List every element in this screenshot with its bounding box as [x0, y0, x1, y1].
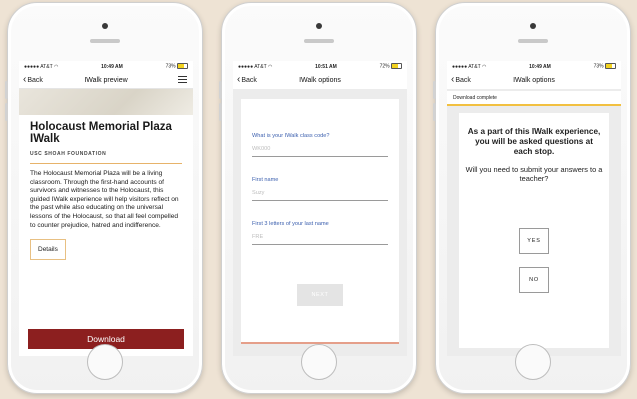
divider	[30, 163, 182, 164]
wifi-icon: ◠	[481, 63, 487, 70]
volume-button	[433, 81, 436, 99]
back-button[interactable]: ‹ Back	[237, 75, 257, 85]
question-card: As a part of this IWalk experience, you …	[459, 113, 609, 348]
form-background: What is your IWalk class code? WK000 Fir…	[233, 89, 407, 356]
earpiece-speaker	[304, 39, 334, 43]
nav-bar: ‹ Back IWalk options	[233, 72, 407, 88]
earpiece-speaker	[90, 39, 120, 43]
status-time: 10:51 AM	[315, 63, 337, 70]
home-button[interactable]	[87, 344, 123, 380]
first-name-field: First name Suzy	[252, 177, 388, 201]
iwalk-title: Holocaust Memorial Plaza IWalk	[30, 121, 172, 145]
nav-title: IWalk options	[513, 76, 555, 84]
back-button[interactable]: ‹ Back	[23, 75, 43, 85]
first-name-label: First name	[252, 177, 279, 183]
battery-status: 72%	[380, 63, 402, 70]
chevron-left-icon: ‹	[451, 74, 455, 85]
battery-icon	[391, 63, 402, 70]
earpiece-speaker	[518, 39, 548, 43]
first-name-input[interactable]: Suzy	[252, 185, 388, 201]
last-name-field: First 3 letters of your last name FRE	[252, 221, 388, 245]
next-button[interactable]: NEXT	[297, 284, 343, 306]
phone-options-form: ●●●●● AT&T ◠ 10:51 AM 72% ‹ Back IWalk op…	[219, 2, 417, 394]
nav-title: IWalk preview	[84, 76, 128, 84]
download-complete-toast: Download complete	[447, 91, 621, 106]
question-intro: As a part of this IWalk experience, you …	[467, 127, 601, 156]
status-time: 10:49 AM	[101, 63, 123, 70]
front-camera	[530, 23, 536, 29]
status-bar: ●●●●● AT&T ◠ 10:49 AM 73%	[447, 61, 621, 72]
nav-bar: ‹ Back IWalk preview	[19, 72, 193, 89]
volume-button	[219, 103, 222, 121]
signal-carrier: ●●●●● AT&T ◠	[24, 63, 59, 70]
battery-status: 73%	[594, 63, 616, 70]
no-button[interactable]: NO	[519, 267, 549, 293]
home-button[interactable]	[301, 344, 337, 380]
hamburger-menu-icon[interactable]	[178, 76, 187, 85]
toast-message: Download complete	[453, 95, 497, 101]
front-camera	[316, 23, 322, 29]
volume-button	[219, 81, 222, 99]
last-name-input[interactable]: FRE	[252, 229, 388, 245]
phone-preview: ●●●●● AT&T ◠ 10:49 AM 73% ‹ Back IWalk pr…	[5, 2, 203, 394]
class-code-field: What is your IWalk class code? WK000	[252, 133, 388, 157]
hero-image	[19, 89, 193, 115]
chevron-left-icon: ‹	[23, 74, 27, 85]
volume-button	[5, 103, 8, 121]
nav-title: IWalk options	[299, 76, 341, 84]
signal-carrier: ●●●●● AT&T ◠	[238, 63, 273, 70]
status-time: 10:49 AM	[529, 63, 551, 70]
signal-carrier: ●●●●● AT&T ◠	[452, 63, 487, 70]
wifi-icon: ◠	[267, 63, 273, 70]
screen-iwalk-question: ●●●●● AT&T ◠ 10:49 AM 73% ‹ Back IWalk op…	[447, 61, 621, 356]
last-name-label: First 3 letters of your last name	[252, 221, 329, 227]
battery-icon	[177, 63, 188, 70]
organization-label: USC SHOAH FOUNDATION	[30, 151, 107, 157]
question-background: Download complete As a part of this IWal…	[447, 89, 621, 356]
battery-status: 73%	[166, 63, 188, 70]
iwalk-description: The Holocaust Memorial Plaza will be a l…	[30, 170, 179, 229]
screen-iwalk-options: ●●●●● AT&T ◠ 10:51 AM 72% ‹ Back IWalk op…	[233, 61, 407, 356]
back-button[interactable]: ‹ Back	[451, 75, 471, 85]
class-code-input[interactable]: WK000	[252, 141, 388, 157]
battery-icon	[605, 63, 616, 70]
status-bar: ●●●●● AT&T ◠ 10:51 AM 72%	[233, 61, 407, 72]
wifi-icon: ◠	[53, 63, 59, 70]
yes-button[interactable]: YES	[519, 228, 549, 254]
volume-button	[5, 81, 8, 99]
phone-options-question: ●●●●● AT&T ◠ 10:49 AM 73% ‹ Back IWalk op…	[433, 2, 631, 394]
question-text: Will you need to submit your answers to …	[465, 165, 603, 183]
class-code-label: What is your IWalk class code?	[252, 133, 330, 139]
options-form-card: What is your IWalk class code? WK000 Fir…	[241, 99, 399, 344]
chevron-left-icon: ‹	[237, 74, 241, 85]
home-button[interactable]	[515, 344, 551, 380]
details-button[interactable]: Details	[30, 239, 66, 261]
nav-bar: ‹ Back IWalk options	[447, 72, 621, 88]
screen-iwalk-preview: ●●●●● AT&T ◠ 10:49 AM 73% ‹ Back IWalk pr…	[19, 61, 193, 356]
status-bar: ●●●●● AT&T ◠ 10:49 AM 73%	[19, 61, 193, 72]
front-camera	[102, 23, 108, 29]
volume-button	[433, 103, 436, 121]
